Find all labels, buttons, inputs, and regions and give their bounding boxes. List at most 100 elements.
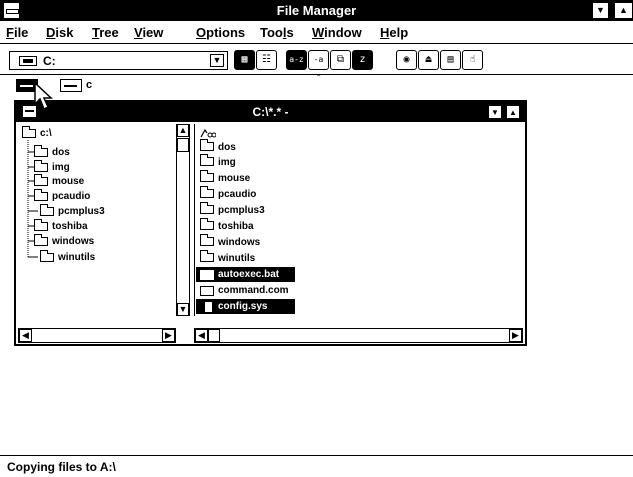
file-item-label: config.sys [218,301,268,312]
menu-options-mnemonic: O [196,25,207,40]
folder-icon [200,202,214,214]
file-item-config-sys[interactable]: config.sys [196,299,295,314]
status-text: Copying files to A:\ [7,460,116,474]
menu-window[interactable]: Window [312,25,362,40]
scroll-left-icon[interactable]: ◀ [195,329,208,342]
sort-by-name-icon[interactable]: a-z [286,50,307,70]
file-item-label: toshiba [218,221,254,232]
folder-icon [34,219,48,231]
large-icons-view-icon[interactable]: ▦ [234,50,255,70]
folder-icon [200,139,214,151]
maximize-button[interactable]: ▲ [614,2,633,19]
share-icon[interactable]: ▤ [440,50,461,70]
menu-window-mnemonic: W [312,25,325,40]
folder-icon [40,204,54,216]
contents-horizontal-scrollbar[interactable]: ◀ ▶ [194,328,523,343]
folder-icon [34,145,48,157]
menu-options[interactable]: Options [196,25,245,40]
directory-window[interactable]: C:\*.* - ▼ ▲ c:\ dos img mouse pcaudio p… [14,100,527,346]
hard-drive-icon [19,56,37,66]
chevron-down-icon[interactable]: ▼ [210,54,224,67]
menu-file-mnemonic: F [6,25,14,40]
file-item-label: windows [218,237,261,248]
folder-icon [34,160,48,172]
menu-tree-rest: ree [99,25,119,40]
file-item-label: winutils [218,253,256,264]
file-item-label: command.com [218,285,289,296]
window-title: File Manager [276,3,357,18]
file-item-label: autoexec.bat [218,269,280,280]
mouse-pointer-icon [34,82,53,111]
folder-icon [200,250,214,262]
drive-select[interactable]: C: ▼ [9,51,228,70]
status-bar: Copying files to A:\ [0,455,633,477]
tree-item-label: mouse [52,176,85,187]
scroll-left-icon[interactable]: ◀ [19,329,32,342]
list-view-icon[interactable]: ☷ [256,50,277,70]
directory-window-title: C:\*.* - [252,105,289,119]
drive-select-value: C: [43,54,56,68]
program-file-icon [200,286,214,296]
toolbar: C: ▼ ▦ ☷ a-z -a z ⧉ z ◉ ⏏ ▤ ☝ [0,45,633,82]
program-file-icon [200,270,214,280]
compress-icon[interactable]: z [352,50,373,70]
disconnect-network-drive-icon[interactable]: ⏏ [418,50,439,70]
drive-c-chip[interactable]: c [60,79,100,94]
scroll-down-icon[interactable]: ▼ [177,303,189,316]
file-manager-window: File Manager ▼ ▲ File Disk Tree View Opt… [0,0,633,477]
menu-options-rest: ptions [206,25,246,40]
menu-view[interactable]: View [134,25,163,40]
scroll-thumb[interactable] [208,329,220,342]
menu-file[interactable]: File [6,25,28,40]
scroll-thumb[interactable] [177,138,189,152]
menu-disk-mnemonic: D [46,25,56,40]
file-item-label: pcmplus3 [218,205,265,216]
sort-by-type-icon[interactable]: -a z [308,50,329,82]
folder-icon [200,186,214,198]
menu-view-rest: iew [142,25,164,40]
tree-item-label: windows [52,236,95,247]
menu-disk[interactable]: Disk [46,25,73,40]
tree-vertical-scrollbar[interactable]: ▲ ▼ [176,124,190,316]
minimize-button[interactable]: ▼ [592,2,609,19]
menu-disk-rest: isk [55,25,74,40]
directory-tree[interactable]: c:\ dos img mouse pcaudio pcmplus3 toshi… [18,124,176,316]
file-item-label: pcaudio [218,189,257,200]
menu-help[interactable]: Help [380,25,408,40]
menu-file-rest: ile [13,25,29,40]
pane-splitter[interactable] [191,124,195,316]
file-item-label: dos [218,142,236,153]
folder-icon [200,154,214,166]
file-item-label: mouse [218,173,251,184]
child-maximize-button[interactable]: ▲ [506,105,520,119]
file-item-autoexec-bat[interactable]: autoexec.bat [196,267,295,282]
menu-help-rest: elp [389,25,409,40]
up-directory-icon [200,128,216,138]
copy-icon[interactable]: ⧉ [330,50,351,70]
folder-icon [34,174,48,186]
folder-icon [34,189,48,201]
scroll-up-icon[interactable]: ▲ [177,124,189,137]
document-file-icon [204,301,213,313]
file-item-label: img [218,157,236,168]
title-bar[interactable]: File Manager ▼ ▲ [0,0,633,21]
folder-open-icon [22,126,36,138]
directory-contents[interactable]: dos img mouse pcaudio pcmplus3 toshiba w… [196,124,523,316]
tree-item-label: toshiba [52,221,88,232]
tree-item-label: c:\ [40,128,52,139]
scroll-right-icon[interactable]: ▶ [509,329,522,342]
menu-tools[interactable]: Tools [260,25,294,40]
directory-window-title-bar[interactable]: C:\*.* - ▼ ▲ [16,102,525,122]
connect-network-drive-icon[interactable]: ◉ [396,50,417,70]
scroll-right-icon[interactable]: ▶ [162,329,175,342]
tree-item-label: img [52,162,70,173]
child-minimize-button[interactable]: ▼ [488,105,502,119]
tree-item-label: pcaudio [52,191,91,202]
tree-horizontal-scrollbar[interactable]: ◀ ▶ [18,328,176,343]
folder-icon [40,250,54,262]
drive-c-label: c [86,79,93,91]
stop-sharing-icon[interactable]: ☝ [462,50,483,70]
menu-tree[interactable]: Tree [92,25,119,40]
menu-tools-pre: Too [260,25,283,40]
folder-icon [200,234,214,246]
